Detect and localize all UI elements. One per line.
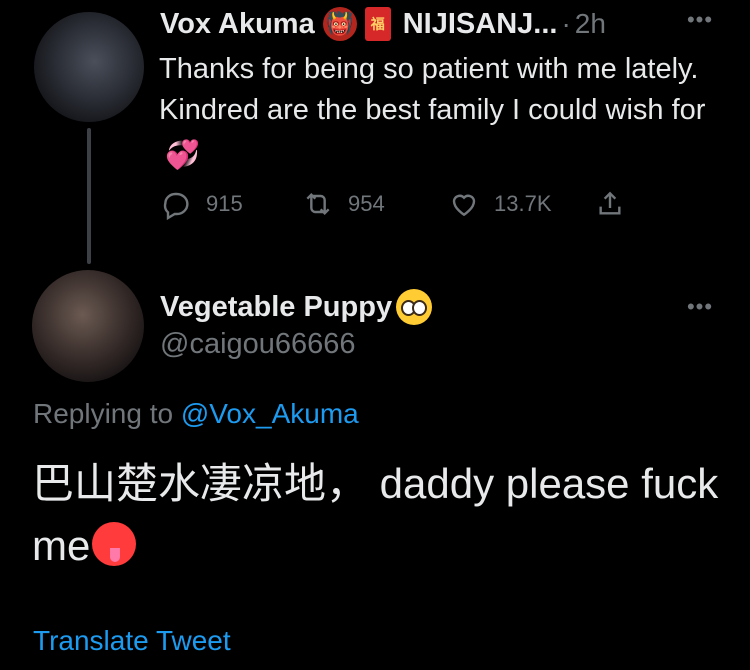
oni-emoji: 👹	[322, 7, 357, 41]
retweet-count: 954	[348, 191, 385, 216]
vegetable-puppy-avatar[interactable]	[32, 270, 144, 382]
like-count: 13.7K	[494, 191, 552, 216]
tweet2-display-name[interactable]: Vegetable Puppy	[160, 291, 392, 324]
pleading-face-emoji	[396, 289, 433, 325]
reply-count: 915	[206, 191, 243, 216]
tweet1-action-bar: 915 954 13.7K	[160, 186, 640, 222]
thread-connector-line	[87, 128, 91, 264]
reply-button[interactable]: 915	[160, 186, 243, 222]
replying-to-line: Replying to @Vox_Akuma	[33, 398, 359, 430]
like-button[interactable]: 13.7K	[448, 186, 552, 222]
tweet1-timestamp[interactable]: 2h	[575, 8, 606, 40]
two-hearts-emoji: 💞	[165, 139, 200, 170]
tweet1-text-content: Thanks for being so patient with me late…	[159, 53, 706, 126]
reply-bubble-icon	[163, 192, 189, 220]
tweet2-header: Vegetable Puppy	[160, 289, 433, 325]
tweet2-handle[interactable]: @caigou66666	[160, 328, 356, 361]
heart-icon	[452, 194, 476, 217]
retweet-icon	[306, 192, 330, 216]
tweet1-text: Thanks for being so patient with me late…	[159, 49, 719, 172]
time-separator: ·	[561, 8, 571, 39]
red-envelope-emoji: 福	[364, 7, 391, 41]
retweet-button[interactable]: 954	[302, 186, 385, 222]
translate-tweet-link[interactable]: Translate Tweet	[33, 625, 231, 657]
tweet2-text-content: 巴山楚水凄凉地， daddy please fuck me	[32, 460, 719, 569]
replying-prefix: Replying to	[33, 398, 174, 429]
hot-face-emoji	[92, 522, 137, 566]
share-button[interactable]	[594, 186, 626, 222]
tweet1-display-name[interactable]: Vox Akuma	[160, 8, 315, 41]
more-dots-icon[interactable]: •••	[680, 7, 720, 32]
tweet1-handle[interactable]: NIJISANJ...	[403, 8, 558, 41]
replying-to-mention-link[interactable]: @Vox_Akuma	[181, 398, 359, 429]
vox-akuma-avatar[interactable]	[34, 12, 144, 122]
share-icon	[599, 191, 621, 215]
more-dots-icon[interactable]: •••	[680, 294, 720, 319]
tweet2-text: 巴山楚水凄凉地， daddy please fuck me	[32, 453, 722, 577]
tweet1-header: Vox Akuma 👹 福 NIJISANJ... · 2h	[160, 6, 606, 42]
